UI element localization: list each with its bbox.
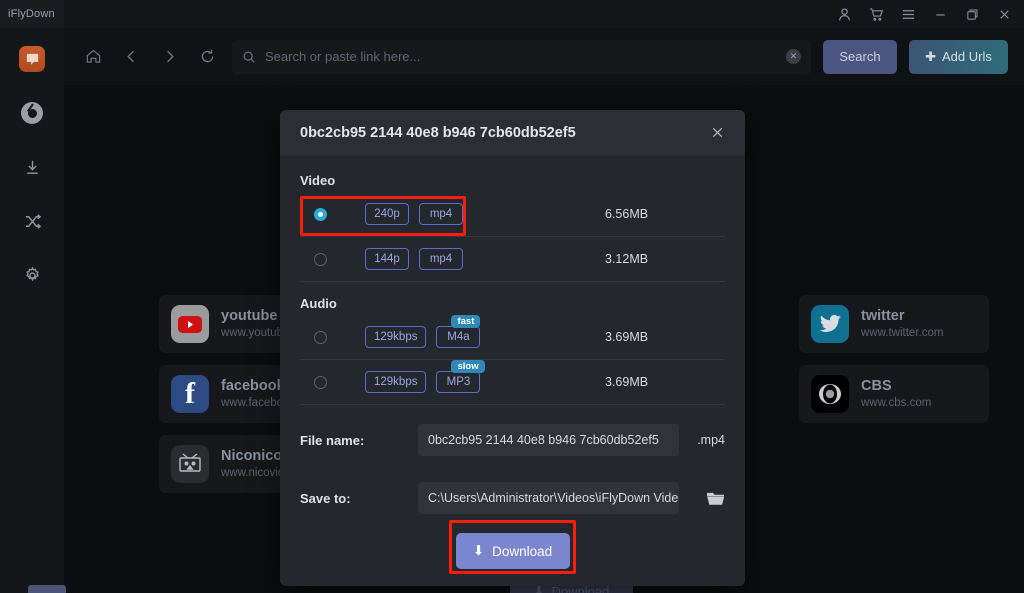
list-item-text: twitter www.twitter.com (861, 308, 943, 341)
cbs-icon (811, 375, 849, 413)
download-button-wrap: ⬇ Download (300, 533, 725, 569)
format-tag: mp4 (419, 248, 463, 270)
format-tag-label: MP3 (446, 376, 471, 388)
speed-badge: slow (451, 360, 485, 373)
file-size: 3.69MB (605, 375, 649, 389)
save-to-input[interactable]: C:\Users\Administrator\Videos\iFlyDown V… (418, 482, 679, 514)
background-progress-strip (28, 585, 66, 593)
forward-icon[interactable] (156, 44, 182, 70)
add-urls-label: Add Urls (942, 49, 992, 64)
dialog-title: 0bc2cb95 2144 40e8 b946 7cb60db52ef5 (300, 124, 576, 141)
file-name-label: File name: (300, 432, 365, 448)
browser-icon (21, 102, 43, 124)
file-size: 3.69MB (605, 330, 649, 344)
plus-icon: ✚ (925, 48, 937, 64)
download-button[interactable]: ⬇ Download (455, 533, 570, 569)
bitrate-tag: 129kbps (365, 371, 427, 393)
clear-search-icon[interactable]: ✕ (786, 49, 801, 64)
site-cards-right-column: twitter www.twitter.com CBS www.cbs.com (799, 295, 989, 493)
video-option-radio-144p[interactable] (314, 252, 327, 266)
twitter-icon (811, 305, 849, 343)
save-to-label: Save to: (300, 490, 351, 506)
file-size: 6.56MB (605, 207, 649, 221)
site-url: www.cbs.com (861, 396, 932, 409)
top-toolbar: Search or paste link here... ✕ Search ✚ … (64, 28, 1024, 85)
video-option-row-144p[interactable]: 144p mp4 3.12MB (300, 237, 725, 282)
bitrate-tag: 129kbps (365, 326, 427, 348)
video-option-radio-240p[interactable] (314, 207, 327, 221)
search-box[interactable]: Search or paste link here... ✕ (232, 39, 811, 74)
app-logo-icon (19, 46, 45, 72)
niconico-icon (171, 445, 209, 483)
search-icon (243, 50, 255, 63)
quality-tag: 240p (365, 203, 409, 225)
file-name-row: File name: 0bc2cb95 2144 40e8 b946 7cb60… (300, 423, 725, 457)
cart-icon[interactable] (860, 0, 892, 28)
youtube-icon (171, 305, 209, 343)
sidebar-item-settings[interactable] (17, 260, 47, 290)
search-input[interactable]: Search or paste link here... (265, 49, 777, 64)
audio-option-tags-mp3: 129kbps MP3 slow (365, 360, 485, 393)
sidebar-item-browser[interactable] (17, 98, 47, 128)
audio-option-radio-mp3[interactable] (314, 375, 327, 389)
video-option-tags-240p: 240p mp4 (365, 203, 463, 225)
app-window: iFlyDown Search or paste link here... ✕ … (0, 0, 1024, 593)
format-tag: MP3 slow (436, 360, 485, 393)
video-option-tags-144p: 144p mp4 (365, 248, 463, 270)
title-bar: iFlyDown (0, 0, 1024, 28)
speed-badge: fast (451, 315, 481, 328)
download-arrow-icon: ⬇ (472, 543, 485, 558)
save-to-row: Save to: C:\Users\Administrator\Videos\i… (300, 481, 725, 515)
file-name-input[interactable]: 0bc2cb95 2144 40e8 b946 7cb60db52ef5 (418, 424, 679, 456)
sidebar-item-home[interactable] (17, 44, 47, 74)
format-tag: mp4 (419, 203, 463, 225)
dialog-body: Video 240p mp4 6.56MB 144p mp4 3.12MB Au… (280, 155, 745, 586)
format-tag-label: M4a (447, 331, 470, 343)
sidebar-item-downloads[interactable] (17, 152, 47, 182)
sidebar (0, 28, 64, 593)
add-urls-button[interactable]: ✚ Add Urls (909, 39, 1008, 74)
folder-icon[interactable] (679, 490, 725, 507)
account-icon[interactable] (828, 0, 860, 28)
close-icon[interactable] (988, 0, 1020, 28)
audio-option-radio-m4a[interactable] (314, 330, 327, 344)
maximize-icon[interactable] (956, 0, 988, 28)
quality-tag: 144p (365, 248, 409, 270)
list-item-text: CBS www.cbs.com (861, 378, 931, 411)
window-controls (828, 0, 1024, 28)
facebook-icon: f (171, 375, 209, 413)
video-option-row-240p[interactable]: 240p mp4 6.56MB (300, 192, 725, 237)
menu-icon[interactable] (892, 0, 924, 28)
dialog-header: 0bc2cb95 2144 40e8 b946 7cb60db52ef5 (280, 110, 745, 155)
file-size: 3.12MB (605, 252, 649, 266)
audio-section-label: Audio (300, 296, 337, 311)
video-section-label: Video (300, 173, 336, 188)
close-icon[interactable] (705, 121, 729, 145)
site-name: CBS (861, 377, 892, 394)
file-extension: .mp4 (697, 433, 725, 447)
refresh-icon[interactable] (194, 44, 220, 70)
download-icon (26, 160, 38, 174)
audio-option-tags-m4a: 129kbps M4a fast (365, 315, 481, 348)
settings-icon (25, 266, 39, 281)
list-item[interactable]: twitter www.twitter.com (799, 295, 989, 353)
app-brand: iFlyDown (0, 0, 64, 28)
format-tag: M4a fast (436, 315, 481, 348)
back-icon[interactable] (118, 44, 144, 70)
home-icon[interactable] (80, 44, 106, 70)
list-item[interactable]: CBS www.cbs.com (799, 365, 989, 423)
download-options-dialog: 0bc2cb95 2144 40e8 b946 7cb60db52ef5 Vid… (280, 110, 745, 586)
sidebar-item-converter[interactable] (17, 206, 47, 236)
minimize-icon[interactable] (924, 0, 956, 28)
download-button-label: Download (492, 543, 553, 559)
audio-option-row-mp3[interactable]: 129kbps MP3 slow 3.69MB (300, 360, 725, 405)
site-url: www.twitter.com (861, 326, 944, 339)
search-button[interactable]: Search (823, 39, 897, 74)
audio-option-row-m4a[interactable]: 129kbps M4a fast 3.69MB (300, 315, 725, 360)
site-name: twitter (861, 307, 905, 324)
convert-icon (25, 213, 41, 229)
